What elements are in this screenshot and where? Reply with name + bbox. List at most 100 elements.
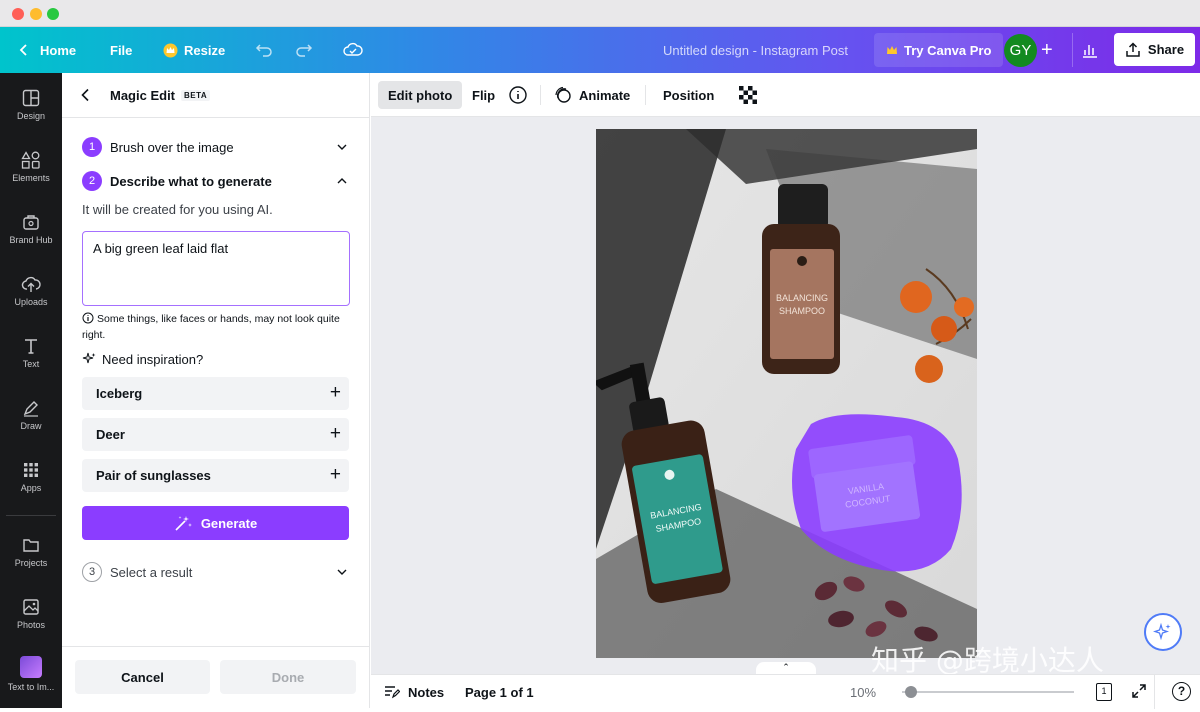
document-title[interactable]: Untitled design - Instagram Post — [663, 27, 848, 73]
step-label: Brush over the image — [110, 140, 234, 155]
rail-label: Brand Hub — [9, 235, 53, 245]
add-collaborator-button[interactable]: + — [1041, 27, 1053, 73]
minimize-window-button[interactable] — [30, 8, 42, 20]
crown-icon — [887, 46, 897, 54]
step-hint: It will be created for you using AI. — [82, 202, 273, 217]
rail-item-projects[interactable]: Projects — [0, 536, 62, 592]
zoom-slider-track[interactable] — [902, 691, 1074, 693]
rail-item-elements[interactable]: Elements — [0, 151, 62, 207]
canvas-stage: BALANCING SHAMPOO VANILLA COCONUT BALANC… — [371, 117, 1200, 677]
page-indicator[interactable]: Page 1 of 1 — [465, 685, 534, 700]
rail-item-apps[interactable]: Apps — [0, 461, 62, 517]
file-menu-button[interactable]: File — [110, 27, 132, 73]
folder-icon — [23, 539, 39, 552]
notes-button[interactable]: Notes — [384, 684, 444, 700]
rail-item-draw[interactable]: Draw — [0, 399, 62, 455]
rail-item-design[interactable]: Design — [0, 89, 62, 145]
crown-icon — [163, 43, 178, 57]
grid-icon — [24, 463, 38, 477]
plus-icon: + — [1041, 38, 1053, 61]
animate-button[interactable]: Animate — [544, 81, 640, 109]
rail-item-photos[interactable]: Photos — [0, 598, 62, 654]
rail-label: Photos — [16, 620, 46, 630]
info-icon — [82, 312, 94, 324]
rail-item-uploads[interactable]: Uploads — [0, 275, 62, 331]
avatar[interactable]: GY — [1004, 34, 1037, 67]
text-icon — [25, 339, 37, 354]
share-label: Share — [1147, 42, 1185, 57]
editor-footer: Notes Page 1 of 1 10% 1 ? — [371, 674, 1200, 709]
suggestion-sunglasses[interactable]: Pair of sunglasses + — [82, 459, 349, 492]
page-grid-button[interactable]: 1 — [1096, 683, 1112, 701]
fullscreen-button[interactable] — [1131, 683, 1147, 704]
rail-divider — [6, 515, 56, 516]
brand-icon — [23, 215, 39, 230]
rail-item-brand-hub[interactable]: Brand Hub — [0, 213, 62, 269]
undo-button[interactable] — [255, 27, 273, 73]
suggestion-iceberg[interactable]: Iceberg + — [82, 377, 349, 410]
try-pro-label: Try Canva Pro — [904, 42, 992, 58]
share-upload-icon — [1126, 41, 1140, 57]
info-icon — [509, 86, 527, 104]
transparency-checker-icon — [739, 86, 757, 104]
watermark: 知乎 @跨境小达人 — [871, 644, 1104, 677]
rail-label: Elements — [12, 173, 50, 183]
generate-button[interactable]: Generate — [82, 506, 349, 540]
shapes-icon — [21, 151, 40, 169]
step-describe-header[interactable]: 2 Describe what to generate — [82, 170, 350, 192]
sparkle-icon — [82, 352, 96, 364]
redo-icon — [296, 44, 313, 57]
share-button[interactable]: Share — [1114, 33, 1195, 66]
step-select-header[interactable]: 3 Select a result — [82, 561, 350, 583]
maximize-window-button[interactable] — [47, 8, 59, 20]
notes-icon — [385, 686, 400, 699]
rail-item-text[interactable]: Text — [0, 337, 62, 393]
chevron-left-icon — [81, 88, 89, 102]
document-title-text: Untitled design - Instagram Post — [663, 42, 848, 58]
step-number: 3 — [82, 562, 102, 582]
prompt-textarea[interactable]: A big green leaf laid flat — [82, 231, 350, 306]
inspiration-label: Need inspiration? — [102, 352, 204, 367]
info-button[interactable] — [503, 81, 533, 109]
step-number: 2 — [82, 171, 102, 191]
context-toolbar: Edit photo Flip Animate Position — [371, 73, 1200, 117]
flip-button[interactable]: Flip — [462, 81, 505, 109]
suggestion-label: Pair of sunglasses — [96, 468, 211, 483]
plus-icon: + — [329, 464, 341, 485]
cloud-check-icon — [343, 42, 363, 56]
position-button[interactable]: Position — [653, 81, 724, 109]
home-button[interactable]: Home — [18, 27, 76, 73]
cloud-save-status[interactable] — [343, 27, 363, 73]
rail-label: Apps — [20, 483, 42, 493]
suggestion-deer[interactable]: Deer + — [82, 418, 349, 451]
resize-button[interactable]: Resize — [163, 27, 225, 73]
magic-assistant-button[interactable] — [1144, 613, 1182, 651]
window-title-bar — [0, 0, 1200, 27]
cancel-button[interactable]: Cancel — [75, 660, 210, 694]
step-brush-header[interactable]: 1 Brush over the image — [82, 136, 350, 158]
insights-button[interactable] — [1072, 33, 1106, 67]
generate-label: Generate — [200, 515, 258, 531]
close-window-button[interactable] — [12, 8, 24, 20]
editor-header: Home File Resize Untitled design - Insta… — [0, 27, 1200, 73]
try-canva-pro-button[interactable]: Try Canva Pro — [874, 33, 1004, 67]
rail-item-text-to-image[interactable]: Text to Im... — [0, 656, 62, 712]
toolbar-divider — [645, 85, 646, 105]
panel-title: Magic Edit — [110, 88, 176, 103]
help-button[interactable]: ? — [1172, 682, 1191, 701]
transparency-button[interactable] — [731, 81, 765, 109]
done-button[interactable]: Done — [220, 660, 356, 694]
redo-button[interactable] — [295, 27, 313, 73]
plus-icon: + — [329, 382, 341, 403]
edit-photo-button[interactable]: Edit photo — [378, 81, 463, 109]
expand-icon — [1132, 684, 1146, 698]
rail-label: Design — [16, 111, 45, 121]
help-icon: ? — [1177, 684, 1186, 698]
panel-footer-divider — [62, 646, 370, 647]
zoom-slider-thumb[interactable] — [904, 686, 917, 698]
zoom-percentage[interactable]: 10% — [850, 685, 876, 700]
back-button[interactable] — [80, 88, 92, 107]
design-photo[interactable]: BALANCING SHAMPOO VANILLA COCONUT BALANC… — [596, 129, 977, 658]
chevron-up-icon — [337, 178, 347, 184]
side-navigation-rail: Design Elements Brand Hub Uploads Text D… — [0, 73, 62, 708]
